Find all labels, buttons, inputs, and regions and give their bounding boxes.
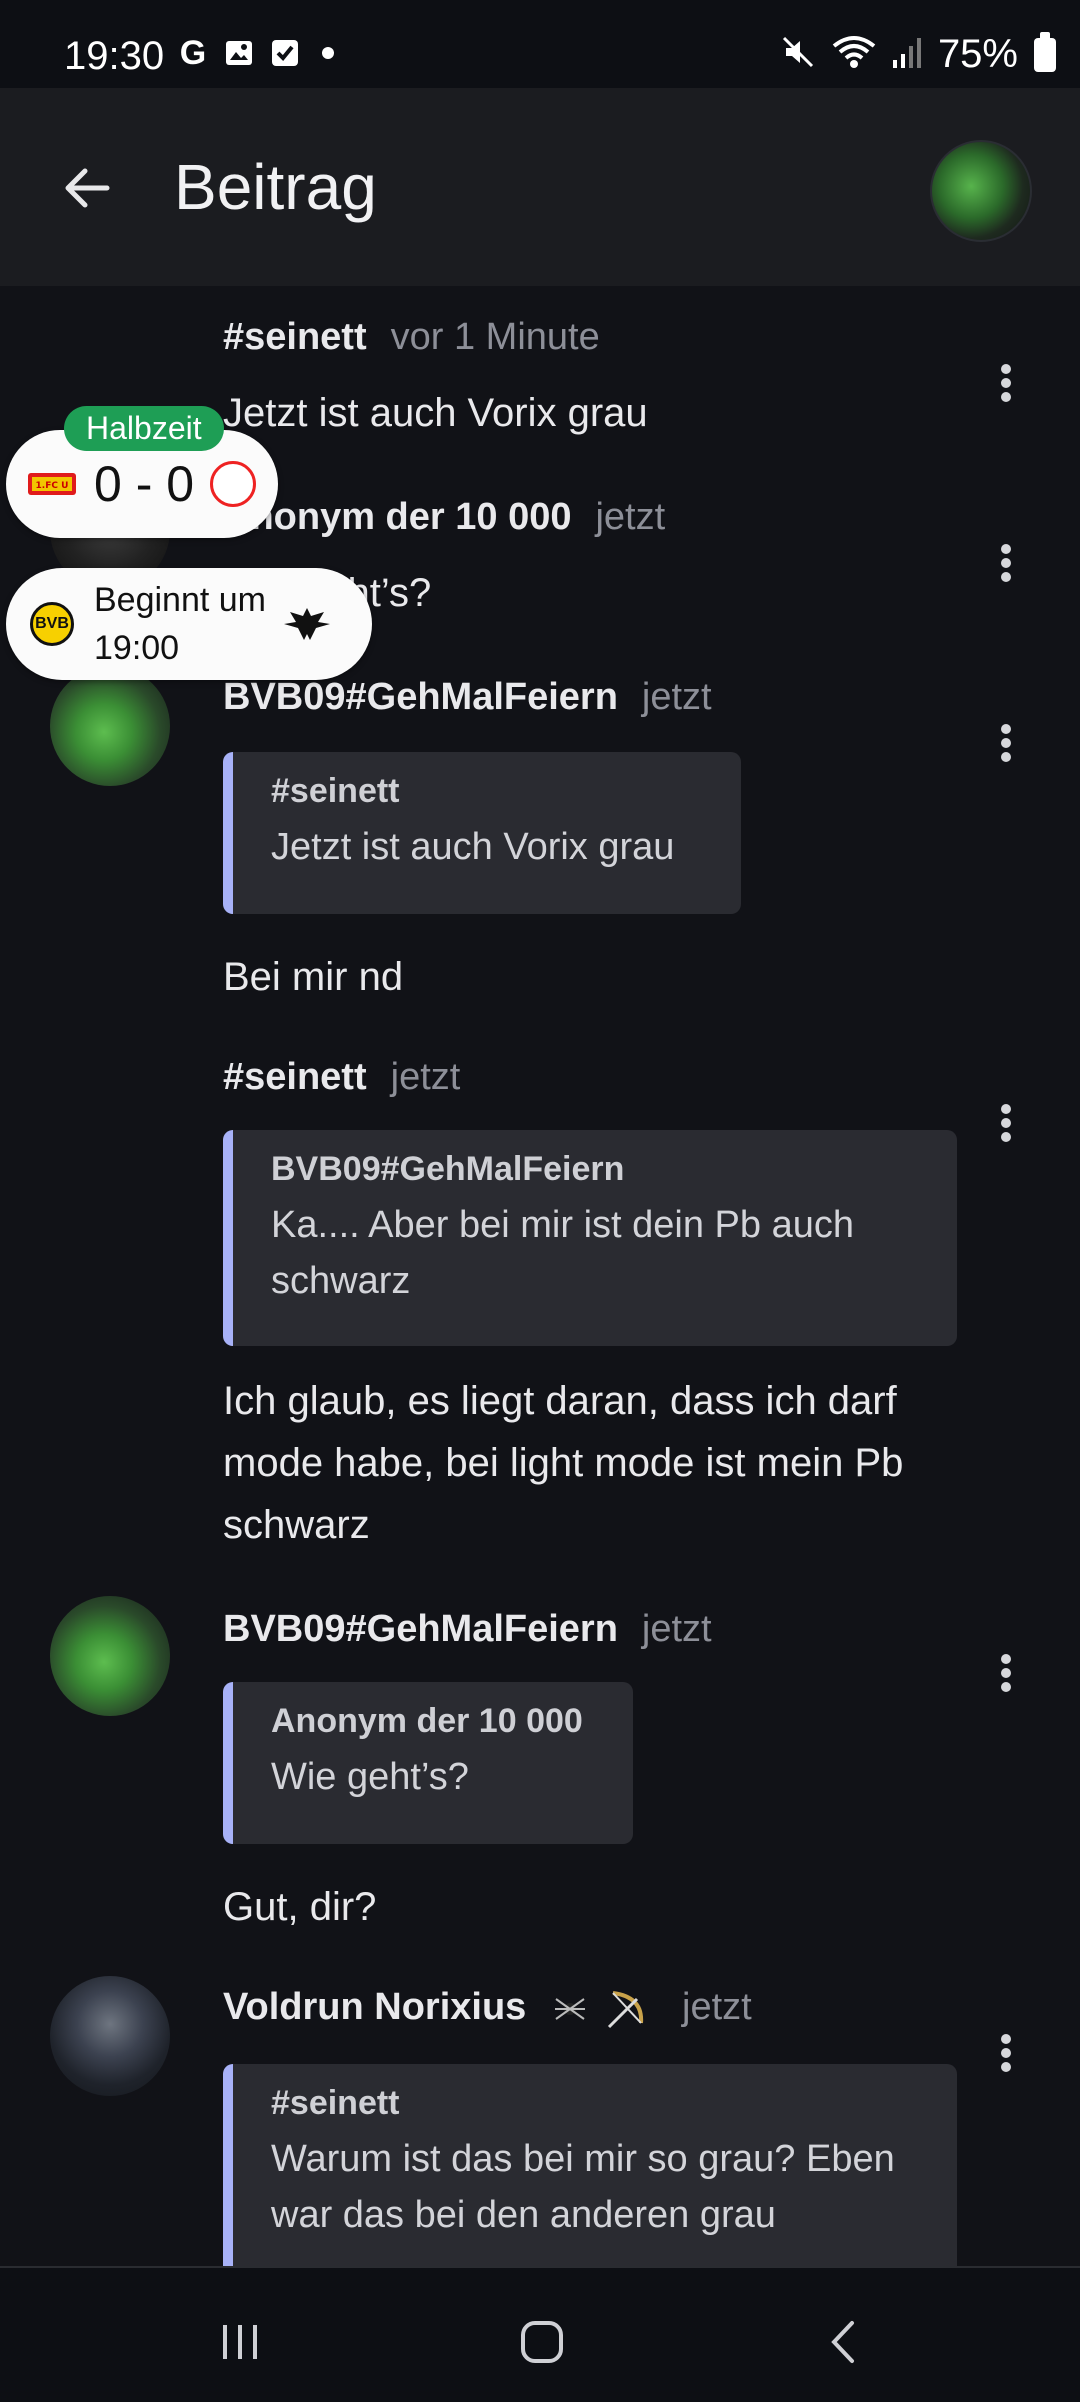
message-time: jetzt bbox=[390, 1056, 461, 1098]
koeln-logo-icon bbox=[210, 461, 257, 507]
arrow-left-icon bbox=[65, 168, 110, 208]
back-nav-button[interactable] bbox=[815, 2312, 875, 2372]
author-name: Anonym der 10 000 bbox=[223, 496, 572, 538]
quote-text: Wie geht’s? bbox=[271, 1756, 469, 1798]
wifi-icon bbox=[832, 34, 876, 75]
quoted-message[interactable]: #seinett Jetzt ist auch Vorix grau bbox=[223, 752, 741, 914]
status-left-icons: G bbox=[176, 33, 334, 72]
halftime-badge: Halbzeit bbox=[64, 406, 224, 451]
user-avatar[interactable] bbox=[50, 1596, 170, 1716]
more-options-button[interactable] bbox=[996, 1650, 1016, 1692]
message-author[interactable]: Anonym der 10 000 jetzt bbox=[223, 496, 665, 539]
status-time: 19:30 bbox=[64, 34, 165, 78]
google-icon: G bbox=[179, 33, 207, 72]
user-avatar[interactable] bbox=[50, 666, 170, 786]
message-time: jetzt bbox=[641, 676, 712, 718]
bvb-logo-icon: BVB bbox=[30, 602, 74, 646]
message-text: Ich glaub, es liegt daran, dass ich darf… bbox=[223, 1379, 904, 1547]
quoted-message[interactable]: BVB09#GehMalFeiern Ka.... Aber bei mir i… bbox=[223, 1130, 957, 1346]
union-berlin-logo-icon: 1.FC U bbox=[28, 473, 76, 495]
home-button[interactable] bbox=[512, 2312, 572, 2372]
signal-icon bbox=[892, 34, 922, 75]
more-options-button[interactable] bbox=[996, 2030, 1016, 2072]
quote-author: #seinett bbox=[271, 2084, 400, 2122]
match-start-info: Beginnt um 19:00 bbox=[94, 576, 266, 672]
more-options-button[interactable] bbox=[996, 360, 1016, 402]
message-author[interactable]: BVB09#GehMalFeiern jetzt bbox=[223, 676, 712, 719]
upcoming-match-widget[interactable]: BVB Beginnt um 19:00 bbox=[6, 568, 372, 680]
message-time: jetzt bbox=[595, 496, 666, 538]
match-score: 0 - 0 bbox=[94, 456, 195, 512]
message-time: jetzt bbox=[641, 1608, 712, 1650]
bow-and-arrow-icon bbox=[608, 1990, 644, 2029]
match-start-label: Beginnt um bbox=[94, 581, 266, 619]
quote-author: BVB09#GehMalFeiern bbox=[271, 1150, 625, 1188]
recents-icon bbox=[223, 2325, 257, 2359]
app-bar: Beitrag bbox=[0, 88, 1080, 286]
system-navigation-bar bbox=[0, 2266, 1080, 2402]
svg-text:1.FC U: 1.FC U bbox=[36, 481, 69, 491]
status-bar: 19:30 G 75% bbox=[0, 0, 1080, 88]
quoted-message[interactable]: #seinett Warum ist das bei mir so grau? … bbox=[223, 2064, 957, 2266]
quote-text: Jetzt ist auch Vorix grau bbox=[271, 826, 675, 868]
match-start-time: 19:00 bbox=[94, 629, 180, 667]
author-name: Voldrun Norixius bbox=[223, 1986, 527, 2028]
message-text: Bei mir nd bbox=[223, 955, 404, 999]
author-name: #seinett bbox=[223, 1056, 367, 1098]
message-text: Jetzt ist auch Vorix grau bbox=[223, 391, 648, 435]
notification-dot-icon bbox=[322, 47, 334, 59]
more-options-button[interactable] bbox=[996, 720, 1016, 762]
more-options-button[interactable] bbox=[996, 540, 1016, 582]
quote-text: Ka.... Aber bei mir ist dein Pb auch sch… bbox=[271, 1204, 854, 1302]
message-time: vor 1 Minute bbox=[390, 316, 600, 358]
checkbox-icon bbox=[268, 36, 302, 70]
message-author[interactable]: #seinett vor 1 Minute bbox=[223, 316, 600, 359]
recents-button[interactable] bbox=[210, 2312, 270, 2372]
back-button[interactable] bbox=[56, 158, 116, 218]
quote-author: #seinett bbox=[271, 772, 400, 810]
message-author[interactable]: #seinett jetzt bbox=[223, 1056, 460, 1099]
message-author[interactable]: BVB09#GehMalFeiern jetzt bbox=[223, 1608, 712, 1651]
quote-author: Anonym der 10 000 bbox=[271, 1702, 583, 1740]
back-chevron-icon bbox=[831, 2321, 854, 2363]
status-right: 75% bbox=[780, 31, 1056, 77]
quoted-message[interactable]: Anonym der 10 000 Wie geht’s? bbox=[223, 1682, 633, 1844]
author-name: BVB09#GehMalFeiern bbox=[223, 676, 618, 718]
message-time: jetzt bbox=[682, 1986, 752, 2028]
preussen-eagle-logo-icon bbox=[284, 608, 330, 640]
message-text: Gut, dir? bbox=[223, 1885, 377, 1929]
home-icon bbox=[521, 2321, 563, 2363]
quote-text: Warum ist das bei mir so grau? Eben war … bbox=[271, 2138, 895, 2236]
page-title: Beitrag bbox=[174, 151, 377, 223]
spider-icon bbox=[554, 1998, 585, 2020]
profile-avatar[interactable] bbox=[930, 140, 1032, 242]
image-icon bbox=[222, 36, 256, 70]
battery-percent: 75% bbox=[937, 32, 1018, 76]
mute-icon bbox=[780, 34, 816, 75]
author-name: BVB09#GehMalFeiern bbox=[223, 1608, 618, 1650]
message-author[interactable]: Voldrun Norixius jetzt bbox=[223, 1986, 752, 2031]
battery-icon bbox=[1034, 31, 1056, 72]
author-name: #seinett bbox=[223, 316, 367, 358]
user-avatar[interactable] bbox=[50, 1976, 170, 2096]
more-options-button[interactable] bbox=[996, 1100, 1016, 1142]
